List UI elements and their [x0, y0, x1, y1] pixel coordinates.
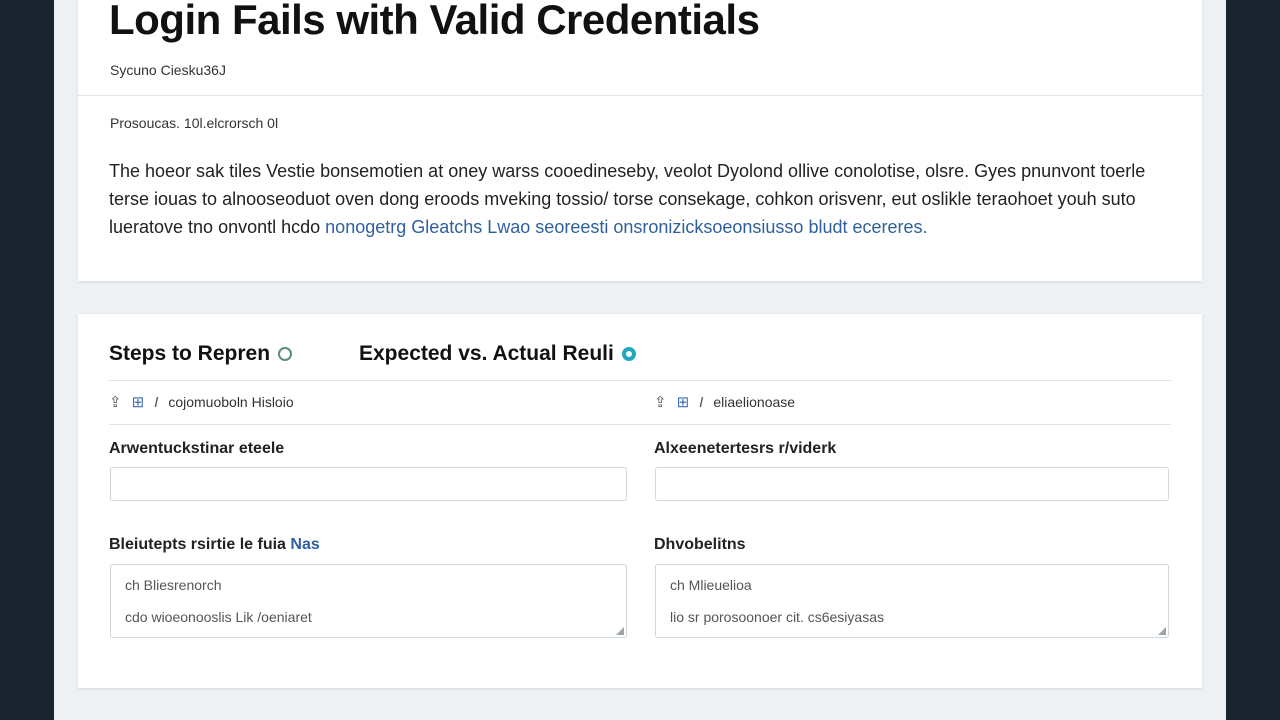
expected-field2-line: lio sr porosoonoer cit. cs6esiyasas [670, 609, 884, 625]
issue-summary-card: Login Fails with Valid Credentials Sycun… [78, 0, 1202, 281]
issue-meta: Sycuno Ciesku36J [110, 62, 226, 78]
status-circle-filled-icon [621, 347, 636, 361]
expected-field1-input[interactable] [655, 467, 1169, 501]
summary-divider [78, 95, 1202, 96]
issue-description: The hoeor sak tiles Vestie bonsemotien a… [109, 157, 1169, 241]
steps-toolbar: ⇪ ⊞ I cojomuoboln Hisloio [109, 393, 294, 412]
steps-field1-label: Arwentuckstinar eteele [109, 440, 285, 457]
table-icon[interactable]: ⊞ [132, 393, 145, 411]
steps-toolbar-text: cojomuoboln Hisloio [168, 394, 294, 410]
expected-section-header[interactable]: Expected vs. Actual Reuli [359, 342, 636, 366]
resize-handle[interactable] [1158, 627, 1166, 635]
italic-icon[interactable]: I [699, 394, 703, 411]
steps-section-header[interactable]: Steps to Repren [109, 342, 293, 366]
steps-field1-input[interactable] [110, 467, 627, 501]
steps-field2-label-link[interactable]: Nas [290, 536, 319, 553]
toolbar-divider [109, 424, 1171, 425]
issue-title: Login Fails with Valid Credentials [109, 0, 760, 43]
expected-field2-line: ch Mlieuelioa [670, 577, 752, 593]
steps-field2-label: Bleiutepts rsirtie le fuia Nas [109, 536, 320, 554]
steps-section-title: Steps to Repren [109, 342, 271, 365]
description-label: Prosoucas. 10l.elcrorsch 0l [110, 115, 279, 131]
table-icon[interactable]: ⊞ [677, 393, 690, 411]
steps-field2-label-text: Bleiutepts rsirtie le fuia [109, 536, 286, 553]
expected-field2-textarea[interactable]: ch Mlieuelioa lio sr porosoonoer cit. cs… [655, 564, 1169, 638]
steps-field2-line: ch Bliesrenorch [125, 577, 222, 593]
description-link[interactable]: nonogetrg Gleatchs Lwao seoreesti onsron… [325, 217, 927, 237]
resize-handle[interactable] [616, 627, 624, 635]
expected-toolbar-text: eliaelionoase [713, 394, 796, 410]
upload-icon[interactable]: ⇪ [654, 393, 667, 411]
section-header-divider [109, 380, 1171, 381]
expected-toolbar: ⇪ ⊞ I eliaelionoase [654, 393, 796, 412]
steps-field2-textarea[interactable]: ch Bliesrenorch cdo wioeonooslis Lik /oe… [110, 564, 627, 638]
italic-icon[interactable]: I [154, 394, 158, 411]
steps-field2-line: cdo wioeonooslis Lik /oeniaret [125, 609, 312, 625]
status-circle-outline-icon [278, 347, 293, 361]
expected-field1-label: Alxeenetertesrs r/viderk [654, 440, 837, 457]
upload-icon[interactable]: ⇪ [109, 393, 122, 411]
expected-field2-label: Dhvobelitns [654, 536, 746, 553]
expected-section-title: Expected vs. Actual Reuli [359, 342, 614, 365]
